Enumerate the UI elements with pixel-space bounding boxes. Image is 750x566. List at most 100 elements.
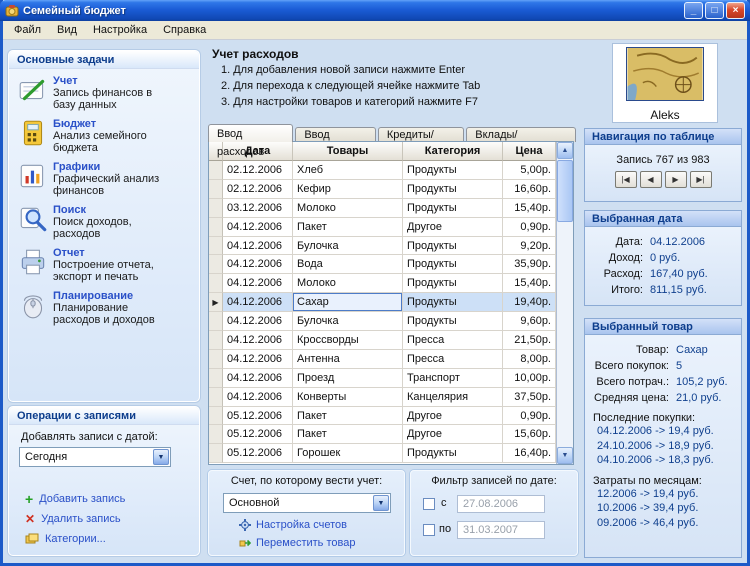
table-cell-price[interactable]: 35,90р. bbox=[503, 255, 556, 275]
table-cell-date[interactable]: 04.12.2006 bbox=[223, 274, 293, 294]
previous-record-button[interactable]: ◀ bbox=[639, 171, 662, 188]
table-cell-date[interactable]: 04.12.2006 bbox=[223, 312, 293, 332]
table-cell-price[interactable]: 21,50р. bbox=[503, 331, 556, 350]
scroll-up-icon[interactable]: ▲ bbox=[557, 142, 573, 159]
chevron-down-icon[interactable]: ▼ bbox=[153, 449, 169, 465]
table-cell-date[interactable]: 04.12.2006 bbox=[223, 349, 293, 369]
table-row[interactable]: 04.12.2006 Антенна Пресса 8,00р. bbox=[209, 349, 573, 369]
table-cell-category[interactable]: Другое bbox=[403, 425, 503, 445]
minimize-button[interactable]: _ bbox=[684, 2, 703, 19]
filter-to-date-field[interactable]: 31.03.2007 bbox=[457, 521, 545, 539]
header-item[interactable]: Товары bbox=[293, 142, 403, 161]
task-label-planning[interactable]: Планирование bbox=[53, 290, 175, 302]
table-cell-category[interactable]: Продукты bbox=[403, 312, 503, 332]
table-cell-category[interactable]: Другое bbox=[403, 217, 503, 237]
table-cell-price[interactable]: 5,00р. bbox=[503, 161, 556, 180]
table-cell-date[interactable]: 02.12.2006 bbox=[223, 179, 293, 199]
table-cell-price[interactable]: 15,40р. bbox=[503, 274, 556, 294]
account-combobox[interactable]: Основной ▼ bbox=[223, 493, 391, 513]
table-row[interactable]: 04.12.2006 Проезд Транспорт 10,00р. bbox=[209, 368, 573, 388]
table-cell-item[interactable]: Пакет bbox=[293, 406, 403, 426]
menu-settings[interactable]: Настройка bbox=[85, 21, 155, 40]
table-cell-price[interactable]: 19,40р. bbox=[503, 293, 556, 313]
table-cell-category[interactable]: Транспорт bbox=[403, 368, 503, 388]
table-cell-item[interactable]: Сахар bbox=[293, 293, 403, 313]
table-cell-category[interactable]: Канцелярия bbox=[403, 387, 503, 407]
table-row[interactable]: 04.12.2006 Вода Продукты 35,90р. bbox=[209, 255, 573, 275]
table-cell-price[interactable]: 37,50р. bbox=[503, 387, 556, 407]
table-cell-item[interactable]: Молоко bbox=[293, 198, 403, 218]
filter-to-checkbox[interactable] bbox=[423, 524, 435, 536]
maximize-button[interactable]: □ bbox=[705, 2, 724, 19]
table-row[interactable]: ▶ 04.12.2006 Сахар Продукты 19,40р. bbox=[209, 293, 573, 313]
table-cell-item[interactable]: Антенна bbox=[293, 349, 403, 369]
tab-income[interactable]: Ввод доходов bbox=[295, 127, 376, 156]
table-cell-item[interactable]: Кроссворды bbox=[293, 331, 403, 350]
menu-view[interactable]: Вид bbox=[49, 21, 85, 40]
table-cell-date[interactable]: 04.12.2006 bbox=[223, 387, 293, 407]
table-cell-category[interactable]: Пресса bbox=[403, 349, 503, 369]
table-cell-price[interactable]: 0,90р. bbox=[503, 406, 556, 426]
task-item-accounting[interactable]: Учет Запись финансов в базу данных bbox=[17, 75, 195, 111]
table-cell-price[interactable]: 15,40р. bbox=[503, 198, 556, 218]
scroll-down-icon[interactable]: ▼ bbox=[557, 447, 573, 464]
table-cell-item[interactable]: Булочка bbox=[293, 312, 403, 332]
categories-link[interactable]: Категории... bbox=[25, 533, 106, 545]
table-row[interactable]: 04.12.2006 Булочка Продукты 9,60р. bbox=[209, 312, 573, 332]
table-cell-category[interactable]: Продукты bbox=[403, 161, 503, 180]
task-label-accounting[interactable]: Учет bbox=[53, 75, 175, 87]
table-cell-price[interactable]: 9,20р. bbox=[503, 236, 556, 256]
table-cell-category[interactable]: Продукты bbox=[403, 198, 503, 218]
table-cell-item[interactable]: Проезд bbox=[293, 368, 403, 388]
table-cell-date[interactable]: 05.12.2006 bbox=[223, 406, 293, 426]
table-cell-category[interactable]: Другое bbox=[403, 406, 503, 426]
table-row[interactable]: 04.12.2006 Конверты Канцелярия 37,50р. bbox=[209, 387, 573, 407]
task-item-charts[interactable]: Графики Графический анализ финансов bbox=[17, 161, 195, 197]
table-scrollbar[interactable]: ▲ ▼ bbox=[556, 142, 573, 464]
table-cell-date[interactable]: 04.12.2006 bbox=[223, 255, 293, 275]
close-button[interactable]: × bbox=[726, 2, 745, 19]
table-cell-price[interactable]: 16,60р. bbox=[503, 179, 556, 199]
menu-file[interactable]: Файл bbox=[6, 21, 49, 40]
table-row[interactable]: 04.12.2006 Кроссворды Пресса 21,50р. bbox=[209, 331, 573, 350]
table-cell-price[interactable]: 9,60р. bbox=[503, 312, 556, 332]
table-cell-date[interactable]: 04.12.2006 bbox=[223, 368, 293, 388]
filter-from-date-field[interactable]: 27.08.2006 bbox=[457, 495, 545, 513]
table-cell-item[interactable]: Кефир bbox=[293, 179, 403, 199]
header-category[interactable]: Категория bbox=[403, 142, 503, 161]
table-cell-category[interactable]: Продукты bbox=[403, 236, 503, 256]
table-cell-category[interactable]: Продукты bbox=[403, 293, 503, 313]
chevron-down-icon[interactable]: ▼ bbox=[373, 495, 389, 511]
next-record-button[interactable]: ▶ bbox=[664, 171, 687, 188]
task-item-report[interactable]: Отчет Построение отчета, экспорт и печат… bbox=[17, 247, 195, 283]
accounts-settings-link[interactable]: Настройка счетов bbox=[239, 519, 347, 531]
table-cell-date[interactable]: 04.12.2006 bbox=[223, 331, 293, 350]
task-label-charts[interactable]: Графики bbox=[53, 161, 175, 173]
last-record-button[interactable]: ▶| bbox=[689, 171, 712, 188]
table-cell-date[interactable]: 03.12.2006 bbox=[223, 198, 293, 218]
table-cell-category[interactable]: Пресса bbox=[403, 331, 503, 350]
task-item-budget[interactable]: Бюджет Анализ семейного бюджета bbox=[17, 118, 195, 154]
table-cell-category[interactable]: Продукты bbox=[403, 274, 503, 294]
table-cell-date[interactable]: 05.12.2006 bbox=[223, 444, 293, 464]
table-cell-item[interactable]: Вода bbox=[293, 255, 403, 275]
task-label-report[interactable]: Отчет bbox=[53, 247, 175, 259]
add-record-link[interactable]: + Добавить запись bbox=[25, 492, 125, 506]
table-cell-date[interactable]: 04.12.2006 bbox=[223, 217, 293, 237]
table-row[interactable]: 05.12.2006 Горошек Продукты 16,40р. bbox=[209, 444, 573, 464]
table-cell-item[interactable]: Хлеб bbox=[293, 161, 403, 180]
table-cell-category[interactable]: Продукты bbox=[403, 179, 503, 199]
table-cell-price[interactable]: 8,00р. bbox=[503, 349, 556, 369]
tab-expenses[interactable]: Ввод расходов bbox=[208, 124, 294, 158]
table-cell-category[interactable]: Продукты bbox=[403, 255, 503, 275]
header-price[interactable]: Цена bbox=[503, 142, 556, 161]
table-row[interactable]: 05.12.2006 Пакет Другое 15,60р. bbox=[209, 425, 573, 445]
menu-help[interactable]: Справка bbox=[155, 21, 214, 40]
tab-credits[interactable]: Кредиты/Долги bbox=[377, 127, 465, 156]
table-cell-price[interactable]: 10,00р. bbox=[503, 368, 556, 388]
table-cell-item[interactable]: Пакет bbox=[293, 425, 403, 445]
table-cell-item[interactable]: Пакет bbox=[293, 217, 403, 237]
titlebar[interactable]: Семейный бюджет _ □ × bbox=[0, 0, 750, 21]
tab-investments[interactable]: Вклады/Инвестиции bbox=[466, 127, 577, 156]
table-cell-date[interactable]: 02.12.2006 bbox=[223, 161, 293, 180]
